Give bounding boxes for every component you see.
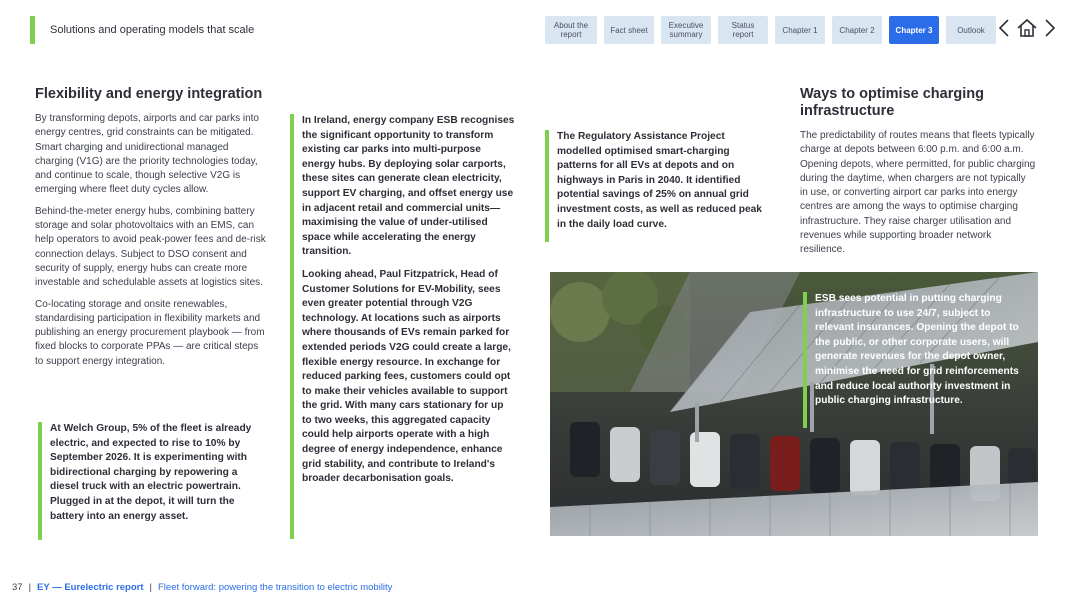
chevron-right-icon[interactable] bbox=[1044, 18, 1056, 43]
paragraph: Co-locating storage and onsite renewable… bbox=[35, 298, 265, 367]
tab-chapter-1[interactable]: Chapter 1 bbox=[775, 16, 825, 44]
esb-photo-callout: ESB sees potential in putting charging i… bbox=[803, 292, 1028, 428]
tab-chapter-3[interactable]: Chapter 3 bbox=[889, 16, 939, 44]
callout-text: Looking ahead, Paul Fitzpatrick, Head of… bbox=[302, 268, 511, 485]
callout-text: At Welch Group, 5% of the fleet is alrea… bbox=[50, 423, 252, 522]
rap-callout: The Regulatory Assistance Project modell… bbox=[545, 130, 770, 242]
paragraph: Behind-the-meter energy hubs, combining … bbox=[35, 205, 266, 289]
footer-separator: | bbox=[28, 582, 32, 593]
page-number: 37 bbox=[12, 582, 23, 593]
page-nav-icons bbox=[998, 18, 1056, 43]
header-accent-bar bbox=[30, 16, 35, 44]
callout-accent-bar bbox=[545, 130, 549, 242]
paragraph: By transforming depots, airports and car… bbox=[35, 113, 259, 196]
callout-text: ESB sees potential in putting charging i… bbox=[815, 293, 1019, 407]
footer-subtitle: Fleet forward: powering the transition t… bbox=[158, 582, 393, 593]
footer-brand[interactable]: EY — Eurelectric report bbox=[37, 582, 143, 593]
footer: 37 | EY — Eurelectric report | Fleet for… bbox=[12, 582, 392, 593]
callout-accent-bar bbox=[290, 114, 294, 539]
welch-group-callout: At Welch Group, 5% of the fleet is alrea… bbox=[38, 422, 258, 540]
tab-outlook[interactable]: Outlook bbox=[946, 16, 996, 44]
callout-accent-bar bbox=[38, 422, 42, 540]
section-title: Solutions and operating models that scal… bbox=[50, 24, 255, 36]
chevron-left-icon[interactable] bbox=[998, 18, 1010, 43]
section-heading: Flexibility and energy integration bbox=[35, 86, 263, 102]
footer-separator: | bbox=[149, 582, 152, 593]
callout-text: In Ireland, energy company ESB recognise… bbox=[302, 115, 515, 258]
tab-about-the-report[interactable]: About the report bbox=[545, 16, 597, 44]
tab-fact-sheet[interactable]: Fact sheet bbox=[604, 16, 654, 44]
tab-executive-summary[interactable]: Executive summary bbox=[661, 16, 711, 44]
esb-ireland-callout: In Ireland, energy company ESB recognise… bbox=[290, 114, 515, 539]
optimise-charging-section: Ways to optimise charging infrastructure… bbox=[800, 86, 1036, 258]
tab-status-report[interactable]: Status report bbox=[718, 16, 768, 44]
tab-chapter-2[interactable]: Chapter 2 bbox=[832, 16, 882, 44]
paragraph: The predictability of routes means that … bbox=[800, 130, 1036, 256]
flexibility-section: Flexibility and energy integration By tr… bbox=[35, 86, 269, 376]
callout-text: The Regulatory Assistance Project modell… bbox=[557, 131, 762, 230]
callout-accent-bar bbox=[803, 292, 807, 428]
home-icon[interactable] bbox=[1016, 18, 1038, 43]
chapter-nav: About the report Fact sheet Executive su… bbox=[545, 16, 996, 44]
section-heading: Ways to optimise charging infrastructure bbox=[800, 86, 984, 119]
